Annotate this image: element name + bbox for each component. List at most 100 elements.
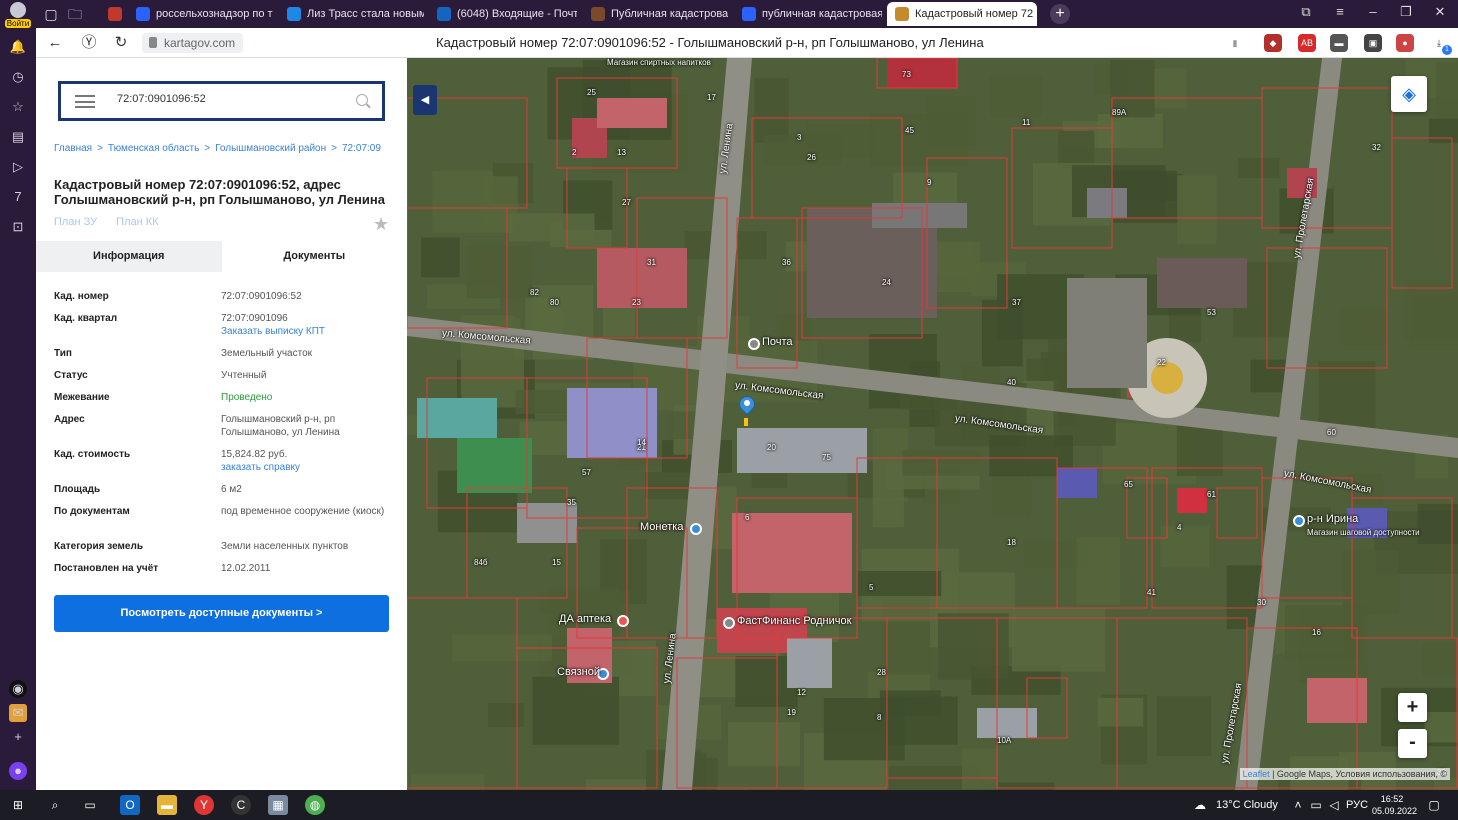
alice-icon[interactable]: ◉: [9, 680, 27, 698]
extension-3-icon[interactable]: ▬: [1330, 34, 1348, 52]
tab-title: Кадастровый номер 72: [915, 8, 1034, 20]
bookmark-icon[interactable]: ▮: [1226, 34, 1244, 52]
browser-tab[interactable]: публичная кадастровая к: [734, 2, 882, 26]
mail-icon[interactable]: ✉: [9, 704, 27, 722]
browser-tab[interactable]: Публичная кадастровая к: [583, 2, 728, 26]
zoom-in-button[interactable]: +: [1398, 693, 1427, 722]
hamburger-icon[interactable]: [75, 95, 95, 108]
zoom-out-button[interactable]: -: [1398, 729, 1427, 758]
poi-marker-icon[interactable]: [1293, 515, 1305, 527]
history-icon[interactable]: ◷: [9, 68, 27, 86]
field-link[interactable]: заказать справку: [221, 461, 391, 474]
browser-tab[interactable]: Кадастровый номер 72✕: [887, 2, 1037, 26]
volume-icon[interactable]: ◁: [1324, 795, 1344, 815]
poi-sublabel: Магазин шаговой доступности: [1307, 528, 1420, 537]
field-value-cell: 15,824.82 руб. заказать справку: [221, 448, 391, 474]
tab-documents[interactable]: Документы: [222, 241, 408, 272]
app-image-icon[interactable]: ▦: [268, 795, 288, 815]
notifications-icon[interactable]: ▢: [1424, 795, 1444, 815]
map-view[interactable]: ◀ ◈ + - ул. Комсомольская ул. Комсомольск…: [407, 58, 1458, 790]
seven-icon[interactable]: 7: [9, 188, 27, 206]
play-icon[interactable]: ▷: [9, 158, 27, 176]
extension-4-icon[interactable]: ▣: [1364, 34, 1382, 52]
poi-marker-icon[interactable]: [723, 617, 735, 629]
browser-tab[interactable]: (6048) Входящие - Почта: [429, 2, 577, 26]
language-indicator[interactable]: РУС: [1346, 799, 1368, 811]
account-button[interactable]: Войти: [4, 2, 32, 30]
bookmark-star-icon[interactable]: ☆: [9, 98, 27, 116]
yandex-browser-icon[interactable]: Y: [194, 795, 214, 815]
browser-tab[interactable]: Лиз Трасс стала новым пр: [279, 2, 424, 26]
app-c-icon[interactable]: C: [231, 795, 251, 815]
reader-icon[interactable]: ▤: [9, 128, 27, 146]
browser-sidebar: 🔔 ◷ ☆ ▤ ▷ 7 ⊡ ◉ ✉ + ●: [0, 28, 36, 790]
reload-icon[interactable]: ↻: [112, 34, 130, 52]
breadcrumb-current[interactable]: 72:07:09: [342, 143, 381, 154]
extension-5-icon[interactable]: ●: [1396, 34, 1414, 52]
chrome-icon[interactable]: ◍: [305, 795, 325, 815]
vegetation-patch: [1429, 118, 1458, 143]
collapse-panel-button[interactable]: ◀: [413, 85, 437, 115]
vegetation-patch: [869, 113, 968, 167]
tabs-icon[interactable]: ▢: [42, 5, 60, 23]
clock[interactable]: 16:52 05.09.2022: [1372, 793, 1417, 817]
poi-marker-icon[interactable]: [748, 338, 760, 350]
browser-tab-bar: Войти ▢ 🗀 россельхознадзор по тюм Лиз Тра…: [0, 0, 1458, 28]
field-row: Постановлен на учёт 12.02.2011: [54, 562, 391, 575]
browser-tab[interactable]: [100, 2, 124, 26]
poi-label[interactable]: ФастФинанс Родничок: [737, 615, 851, 627]
maximize-icon[interactable]: ❐: [1396, 4, 1416, 20]
menu-icon[interactable]: ≡: [1330, 4, 1350, 19]
screenshot-icon[interactable]: ⊡: [9, 218, 27, 236]
poi-marker-icon[interactable]: [617, 615, 629, 627]
field-label: Категория земель: [54, 541, 143, 552]
poi-label[interactable]: Монетка: [640, 521, 683, 533]
weather-text[interactable]: 13°C Cloudy: [1216, 799, 1278, 811]
breadcrumb-region[interactable]: Тюменская область: [108, 143, 199, 154]
bell-icon[interactable]: 🔔: [9, 38, 27, 56]
add-icon[interactable]: +: [9, 728, 27, 746]
plan-kk-link[interactable]: План КК: [116, 216, 158, 228]
browser-tab[interactable]: россельхознадзор по тюм: [128, 2, 273, 26]
task-view-icon[interactable]: ▭: [80, 795, 100, 815]
search-input[interactable]: [117, 93, 337, 105]
tab-title: Публичная кадастровая к: [611, 8, 728, 20]
satellite-map[interactable]: [407, 58, 1458, 790]
tab-information[interactable]: Информация: [36, 241, 222, 272]
network-icon[interactable]: ▭: [1306, 795, 1326, 815]
favorite-star-icon[interactable]: ★: [373, 214, 389, 235]
url-field[interactable]: kartagov.com: [142, 33, 244, 53]
building: [787, 638, 832, 688]
folder-icon[interactable]: 🗀: [66, 5, 84, 23]
leaflet-link[interactable]: Leaflet: [1243, 769, 1270, 779]
poi-label[interactable]: Почта: [762, 336, 793, 348]
breadcrumb-district[interactable]: Голышмановский район: [215, 143, 326, 154]
back-icon[interactable]: ←: [46, 34, 64, 52]
poi-label[interactable]: ДА аптека: [559, 613, 611, 625]
extension-adblock-icon[interactable]: AB: [1298, 34, 1316, 52]
explorer-icon[interactable]: ▬: [157, 795, 177, 815]
poi-label[interactable]: Связной: [557, 666, 600, 678]
assistant-icon[interactable]: ●: [9, 762, 27, 780]
download-icon[interactable]: ⤓ 1: [1430, 34, 1452, 55]
parcel-marker[interactable]: [735, 392, 759, 418]
plan-zu-link[interactable]: План ЗУ: [54, 216, 97, 228]
search-icon[interactable]: [356, 94, 368, 106]
poi-marker-icon[interactable]: [690, 523, 702, 535]
extension-1-icon[interactable]: ◆: [1264, 34, 1282, 52]
lot-number-label: 82: [530, 288, 539, 297]
view-documents-button[interactable]: Посмотреть доступные документы >: [54, 595, 389, 632]
tray-chevron-icon[interactable]: ˄: [1288, 795, 1308, 815]
poi-label[interactable]: р-н Ирина: [1307, 513, 1358, 525]
search-taskbar-icon[interactable]: ⌕: [45, 795, 65, 815]
minimize-icon[interactable]: –: [1363, 4, 1383, 19]
outlook-icon[interactable]: O: [120, 795, 140, 815]
field-link[interactable]: Заказать выписку КПТ: [221, 325, 391, 338]
yandex-icon[interactable]: Ⓨ: [80, 34, 98, 52]
breadcrumb-home[interactable]: Главная: [54, 143, 92, 154]
layers-button[interactable]: ◈: [1391, 76, 1427, 112]
collections-icon[interactable]: ⧉: [1296, 4, 1316, 20]
close-window-icon[interactable]: ✕: [1430, 4, 1450, 20]
new-tab-button[interactable]: +: [1050, 4, 1070, 24]
windows-start-icon[interactable]: ⊞: [8, 795, 28, 815]
